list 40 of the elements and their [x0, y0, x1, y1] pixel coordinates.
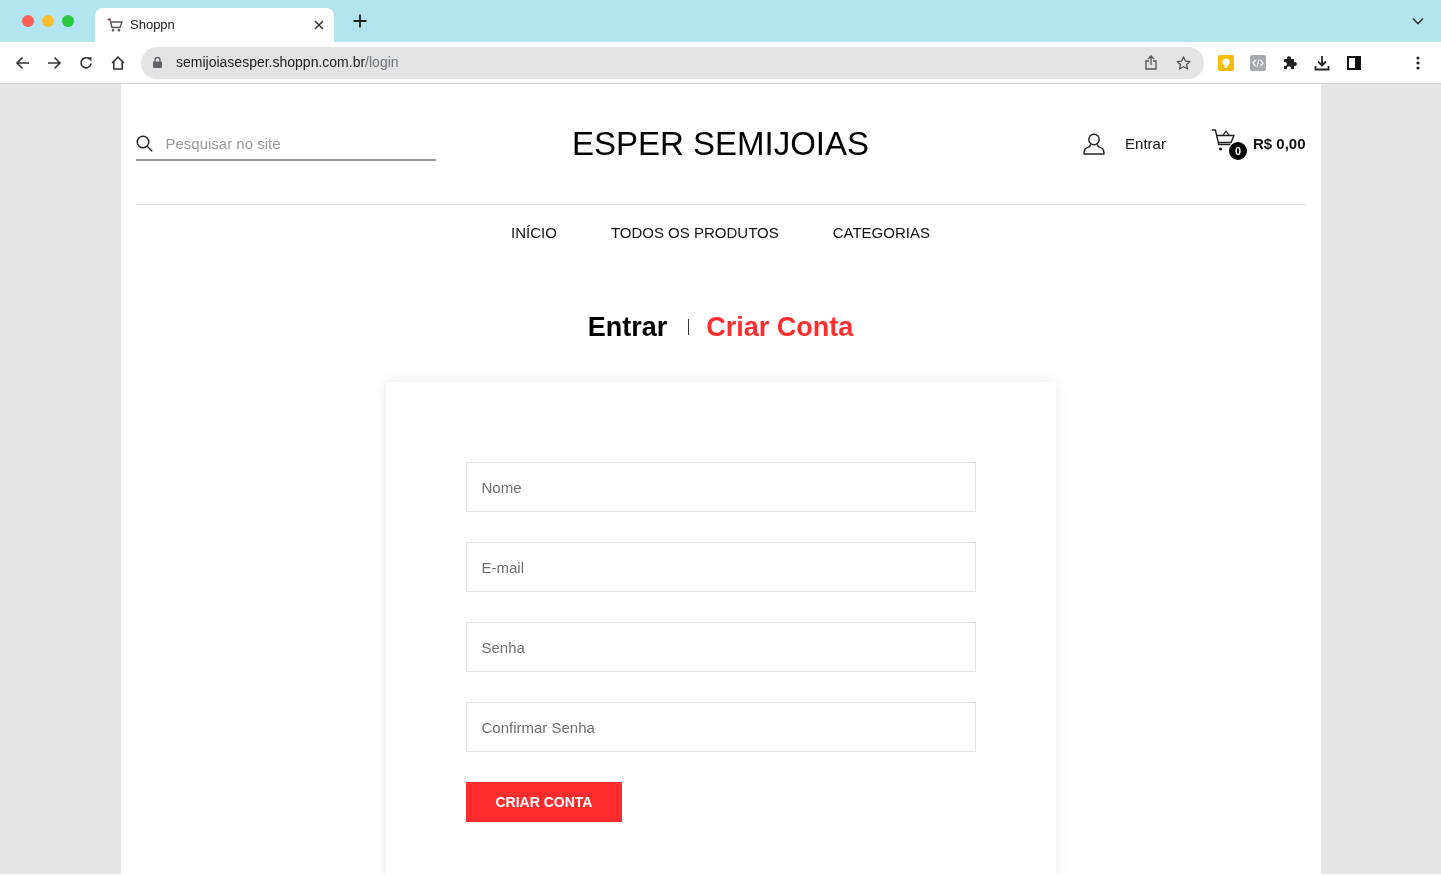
code-icon	[1250, 54, 1266, 71]
create-account-button[interactable]: CRIAR CONTA	[465, 782, 623, 822]
user-icon	[1083, 133, 1106, 155]
close-tab-button[interactable]	[314, 20, 324, 30]
puzzle-icon	[1282, 55, 1298, 70]
search-icon	[135, 135, 153, 152]
input-field[interactable]: Senha	[465, 622, 976, 672]
reload-icon	[79, 55, 93, 70]
home-icon	[111, 55, 125, 70]
input-field[interactable]: E-mail	[465, 542, 976, 592]
search-field[interactable]: Pesquisar no site	[135, 127, 436, 161]
nav-link[interactable]: CATEGORIAS	[832, 221, 930, 245]
cart-total[interactable]: R$ 0,00	[1252, 132, 1306, 156]
store-logo[interactable]: ESPER SEMIJOIAS	[571, 119, 870, 169]
address-bar[interactable]: semijoiasesper.shoppn.com.br/login	[141, 46, 1204, 79]
cart-count-badge: 0	[1228, 142, 1247, 160]
kebab-menu-icon	[1416, 55, 1420, 70]
cart-icon	[107, 18, 123, 32]
lock-icon	[153, 57, 162, 68]
download-icon	[1314, 54, 1330, 71]
share-icon	[1145, 55, 1157, 70]
cart-icon	[1210, 128, 1237, 154]
back-arrow-icon	[14, 55, 30, 70]
star-icon	[1175, 55, 1191, 70]
input-field[interactable]: Nome	[465, 462, 976, 512]
nav-link[interactable]: INÍCIO	[511, 221, 557, 245]
auth-tab[interactable]: Criar Conta	[706, 311, 854, 343]
side-panel-icon	[1347, 55, 1361, 70]
browser-tab[interactable]: Shoppn	[95, 8, 334, 42]
chevron-down-icon	[1412, 17, 1424, 25]
input-field[interactable]: Confirmar Senha	[465, 702, 976, 752]
auth-tab[interactable]: Entrar	[587, 311, 668, 343]
close-icon	[314, 20, 324, 30]
forward-arrow-icon	[46, 55, 62, 70]
lightbulb-icon	[1218, 54, 1234, 71]
login-link[interactable]: Entrar	[1083, 132, 1166, 156]
plus-icon	[353, 14, 367, 28]
tab-list-button[interactable]	[1412, 17, 1424, 25]
cart-button[interactable]: 0	[1210, 128, 1247, 160]
nav-link[interactable]: TODOS OS PRODUTOS	[610, 221, 779, 245]
